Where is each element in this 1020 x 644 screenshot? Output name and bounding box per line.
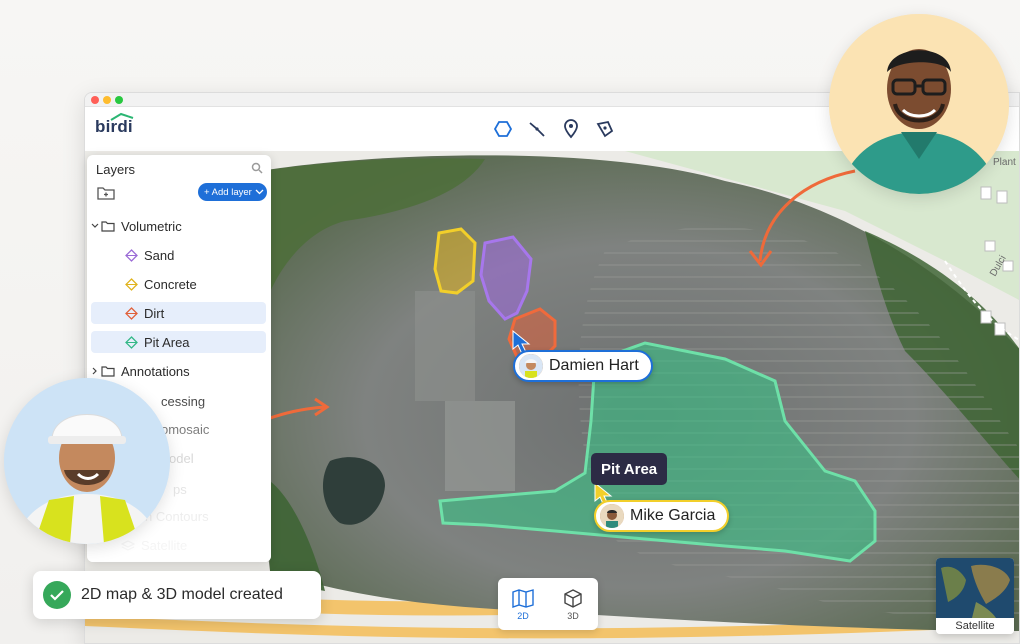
layer-label: Satellite: [141, 537, 188, 553]
new-folder-icon: [97, 187, 115, 200]
layer-folder-volumetric[interactable]: Volumetric: [91, 215, 266, 237]
view-toggle: 2D 3D: [498, 578, 598, 630]
layer-sand[interactable]: Sand: [91, 244, 266, 266]
view-3d-button[interactable]: 3D: [548, 578, 598, 630]
concrete-polygon[interactable]: [433, 227, 477, 295]
folder-icon: [101, 366, 115, 377]
pit-area-volume-icon: [125, 335, 138, 349]
avatar: [4, 378, 170, 544]
user-name: Damien Hart: [549, 357, 639, 374]
minimize-window-button[interactable]: [103, 96, 111, 104]
layer-label: Volumetric: [121, 218, 182, 234]
layer-folder-annotations[interactable]: Annotations: [91, 360, 266, 382]
avatar: [600, 504, 624, 528]
stack-icon: [121, 540, 135, 551]
polygon-tool-icon: [493, 121, 513, 137]
add-layer-label: + Add layer: [204, 186, 252, 198]
layer-label: Pit Area: [144, 334, 190, 350]
user-chip-mike[interactable]: Mike Garcia: [594, 500, 730, 532]
map-label-plant: Plant: [993, 157, 1016, 168]
pit-area-label: Pit Area: [591, 453, 668, 485]
layer-label: cessing: [161, 393, 206, 409]
polygon-tool-button[interactable]: [491, 117, 515, 141]
line-tool-icon: [529, 122, 545, 137]
concrete-volume-icon: [125, 277, 138, 291]
new-folder-button[interactable]: [97, 185, 115, 205]
marker-tool-icon: [564, 119, 578, 139]
person-illustration: [829, 14, 1009, 194]
worker-illustration: [4, 378, 170, 544]
satellite-thumbnail: [936, 558, 1014, 618]
close-window-button[interactable]: [91, 96, 99, 104]
layers-title: Layers: [96, 162, 136, 177]
user-name: Mike Garcia: [630, 507, 716, 524]
layer-dirt[interactable]: Dirt: [91, 302, 266, 324]
user-chip-damien[interactable]: Damien Hart: [513, 350, 653, 382]
layer-label: odel: [169, 450, 194, 466]
avatar: [519, 354, 543, 378]
cube-icon: [564, 588, 582, 608]
check-circle-icon: [43, 581, 71, 609]
search-icon: [251, 162, 263, 174]
sand-volume-icon: [125, 248, 138, 262]
layer-label: omosaic: [161, 421, 210, 437]
basemap-switcher[interactable]: Satellite: [936, 558, 1014, 634]
layer-label: n Contours: [145, 508, 209, 524]
line-tool-button[interactable]: [525, 117, 549, 141]
avatar: [829, 14, 1009, 194]
chevron-down-icon: [91, 223, 99, 228]
pen-tool-icon: [596, 120, 614, 138]
layer-label: Concrete: [144, 276, 197, 292]
layer-concrete[interactable]: Concrete: [91, 273, 266, 295]
pen-tool-button[interactable]: [593, 117, 617, 141]
success-toast: 2D map & 3D model created: [33, 571, 321, 619]
layer-label: ps: [173, 481, 187, 497]
toast-message: 2D map & 3D model created: [81, 586, 283, 603]
maximize-window-button[interactable]: [115, 96, 123, 104]
chevron-down-icon: [255, 189, 264, 195]
add-layer-button[interactable]: + Add layer: [198, 183, 267, 201]
birdi-logo[interactable]: birdi: [95, 112, 134, 137]
dirt-volume-icon: [125, 306, 138, 320]
layer-label: Sand: [144, 247, 175, 263]
folder-icon: [101, 221, 115, 232]
basemap-label: Satellite: [936, 618, 1014, 634]
stage: birdi Plant Dulci Pit Area Damien Hart M…: [0, 0, 1020, 644]
chevron-right-icon: [92, 367, 97, 375]
view-2d-button[interactable]: 2D: [498, 578, 548, 630]
layer-label: Dirt: [144, 305, 165, 321]
layer-label: Annotations: [121, 363, 190, 379]
view-2d-label: 2D: [517, 610, 529, 621]
view-3d-label: 3D: [567, 610, 579, 621]
layer-pit-area[interactable]: Pit Area: [91, 331, 266, 353]
map-icon: [512, 588, 534, 608]
marker-tool-button[interactable]: [559, 117, 583, 141]
logo-mark-icon: [110, 112, 134, 121]
search-button[interactable]: [251, 161, 263, 179]
drawing-toolbar: [491, 117, 617, 141]
